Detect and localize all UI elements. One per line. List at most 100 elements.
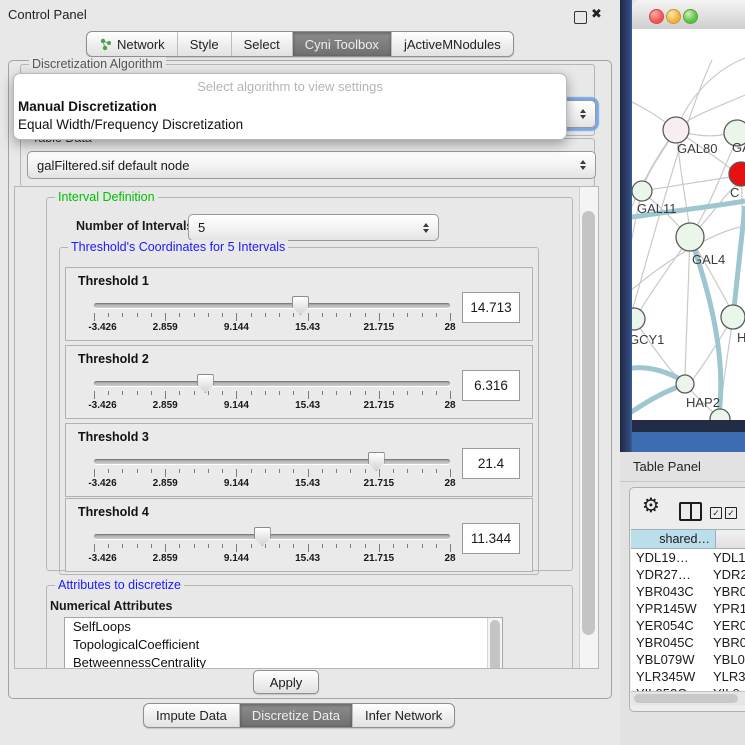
tab-label: Style [190,37,219,52]
mac-zoom-button[interactable] [683,9,698,24]
tab-network[interactable]: Network [87,32,177,56]
tick-label: 9.144 [224,400,249,411]
table-row[interactable]: YBL079WYBL0 [631,651,745,668]
network-node-gcy1[interactable] [632,308,645,330]
tab-label: Network [117,37,165,52]
table-row[interactable]: YBR043CYBR0 [631,583,745,600]
slider-track[interactable] [94,459,450,464]
tick-mark [308,391,309,399]
network-edge[interactable] [632,368,680,379]
table-row[interactable]: YBR045CYBR0 [631,634,745,651]
column-header-name[interactable]: n [716,529,745,549]
network-node-c[interactable] [729,162,745,186]
slider-thumb[interactable] [368,452,385,471]
network-node-h[interactable] [721,305,745,329]
mac-minimize-button[interactable] [666,9,681,24]
tab-label: Impute Data [156,708,227,723]
tick-mark [165,391,166,399]
slider-track[interactable] [94,381,450,386]
split-view-icon[interactable] [679,502,702,521]
network-edge[interactable] [685,237,690,376]
tick-label: 9.144 [224,553,249,564]
tick-mark [194,469,195,473]
tick-mark [265,313,266,317]
tick-mark [436,544,437,548]
network-node-gal4[interactable] [676,223,704,251]
tab-cyni-toolbox[interactable]: Cyni Toolbox [292,32,391,56]
table-row[interactable]: YLR345WYLR3 [631,668,745,685]
tick-mark [208,544,209,548]
stepper-icon[interactable] [575,160,591,170]
column-header-shared-name[interactable]: shared… [631,529,716,549]
slider-thumb[interactable] [254,527,271,546]
num-intervals-combo[interactable]: 5 [188,214,439,241]
stepper-icon[interactable] [575,109,591,119]
threshold-value-field[interactable]: 11.344 [462,523,520,554]
network-edge[interactable] [692,242,721,414]
tab-impute-data[interactable]: Impute Data [144,704,239,727]
network-edge[interactable] [690,146,734,237]
tab-jactivemnodules[interactable]: jActiveMNodules [391,32,513,56]
network-view-canvas[interactable]: GAL80GACGAL11GAL4GCY1HHAP2 [632,29,745,420]
tick-mark [365,469,366,473]
list-item[interactable]: TopologicalCoefficient [65,636,502,654]
tick-mark [179,313,180,317]
tab-infer-network[interactable]: Infer Network [352,704,454,727]
slider-track[interactable] [94,534,450,539]
threshold-value-field[interactable]: 14.713 [462,292,520,323]
settings-vertical-scrollbar[interactable] [579,187,598,668]
table-row[interactable]: YDR27…YDR2 [631,566,745,583]
float-window-icon[interactable] [574,11,587,24]
tab-discretize-data[interactable]: Discretize Data [239,704,352,727]
table-row[interactable]: YPR145WYPR1 [631,600,745,617]
table-row[interactable]: YDL19…YDL1 [631,549,745,566]
slider-track[interactable] [94,303,450,308]
checkbox-icon[interactable]: ✓ [710,507,722,519]
node-label: GAL80 [677,141,717,156]
network-edge[interactable] [676,58,745,130]
stepper-icon[interactable] [418,223,434,233]
tick-mark [151,313,152,317]
tick-mark [165,313,166,321]
list-item[interactable]: SelfLoops [65,618,502,636]
table-data-combo[interactable]: galFiltered.sif default node [27,151,596,179]
network-node-gal11[interactable] [632,181,652,201]
tab-label: jActiveMNodules [404,37,501,52]
tick-label: 28 [444,553,455,564]
tick-mark [350,313,351,317]
threshold-value-field[interactable]: 6.316 [462,370,520,401]
tick-mark [450,391,451,399]
horizontal-scrollbar[interactable] [631,691,745,705]
network-node-unlabeled[interactable] [710,409,730,420]
slider-thumb[interactable] [197,374,214,393]
checkbox-icon[interactable]: ✓ [725,507,737,519]
scrollbar-thumb[interactable] [582,211,595,635]
tick-mark [222,313,223,317]
tab-label: Cyni Toolbox [305,37,379,52]
attributes-list-items: SelfLoopsTopologicalCoefficientBetweenne… [65,618,502,669]
threshold-value-field[interactable]: 21.4 [462,448,520,479]
tick-mark [122,469,123,473]
mac-close-button[interactable] [649,9,664,24]
tab-style[interactable]: Style [177,32,231,56]
scrollbar-thumb[interactable] [634,694,738,703]
slider-thumb[interactable] [292,296,309,315]
dropdown-item-manual-discretization[interactable]: Manual Discretization [18,99,157,114]
close-icon[interactable]: ✖ [591,6,602,22]
table-row[interactable]: YER054CYER0 [631,617,745,634]
network-node-hap2[interactable] [676,375,694,393]
scrollbar-thumb[interactable] [490,620,500,669]
list-item[interactable]: BetweennessCentrality [65,654,502,669]
network-node-gal80[interactable] [663,117,689,143]
network-window-titlebar[interactable] [632,0,745,30]
tick-mark [436,391,437,395]
dropdown-item-equal-width-frequency[interactable]: Equal Width/Frequency Discretization [18,117,243,132]
gear-icon[interactable]: ⚙ [642,493,660,518]
network-edge[interactable] [632,387,678,420]
network-edge[interactable] [734,206,745,308]
apply-button[interactable]: Apply [253,670,319,694]
cell-name: YDL1 [709,549,745,566]
list-vertical-scrollbar[interactable] [487,618,502,669]
tab-select[interactable]: Select [231,32,292,56]
cell-shared-name: YPR145W [631,600,709,617]
